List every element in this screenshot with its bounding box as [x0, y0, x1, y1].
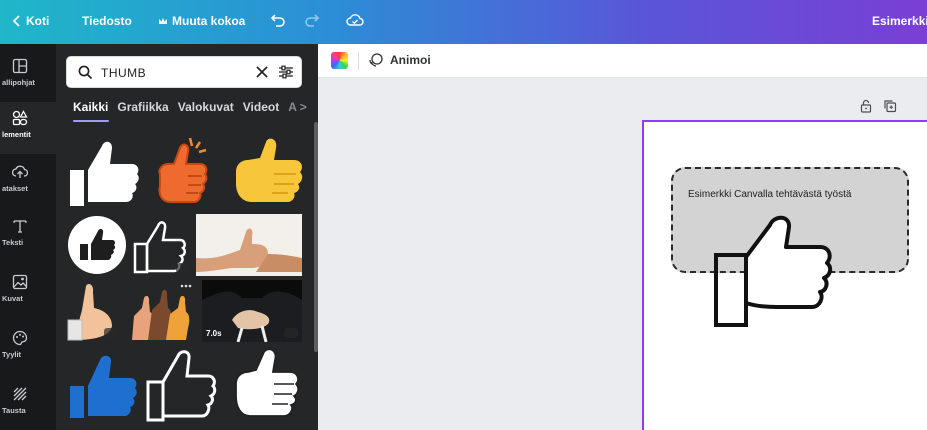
video-duration-label: 7.0s — [206, 329, 222, 338]
tab-videos[interactable]: Videot — [243, 100, 279, 120]
rail-item-background[interactable]: Tausta — [0, 378, 56, 430]
animate-icon — [369, 53, 383, 67]
thumbs-up-icon — [236, 138, 303, 202]
undo-icon — [270, 14, 285, 27]
resize-label: Muuta kokoa — [172, 14, 246, 28]
premium-crown-badge — [176, 263, 190, 273]
duplicate-page-icon[interactable] — [883, 99, 897, 113]
search-icon — [78, 65, 93, 80]
close-icon[interactable] — [255, 65, 269, 79]
cloud-check-icon — [346, 14, 364, 26]
redo-icon — [305, 14, 320, 27]
resize-button[interactable]: Muuta kokoa — [158, 14, 245, 28]
thumbs-up-outline-icon — [146, 350, 217, 422]
rail-label-background: Tausta — [2, 406, 26, 415]
thumb-blue-graphic[interactable] — [66, 346, 142, 422]
rail-item-templates[interactable]: allipohjat — [0, 50, 56, 102]
canvas-thumbs-up-graphic[interactable] — [712, 205, 836, 329]
thumb-yellow-graphic[interactable] — [230, 134, 306, 210]
premium-crown-badge — [284, 328, 298, 338]
thumb-outline-graphic[interactable] — [132, 214, 192, 276]
thumbs-group-icon — [132, 284, 192, 340]
templates-icon — [12, 58, 28, 74]
rail-item-photos[interactable]: Kuvat — [0, 266, 56, 318]
thumbs-up-icon — [158, 137, 208, 203]
rail-item-text[interactable]: Teksti — [0, 210, 56, 262]
animate-button[interactable]: Animoi — [368, 52, 431, 68]
undo-button[interactable] — [270, 13, 286, 27]
thumb-sketch-graphic[interactable] — [228, 344, 306, 424]
lock-icon[interactable] — [859, 99, 873, 113]
rail-label-styles: Tyylit — [2, 350, 22, 359]
tab-graphics[interactable]: Grafiikka — [117, 100, 168, 120]
thumbs-up-sketch-icon — [235, 348, 300, 417]
tab-photos[interactable]: Valokuvat — [178, 100, 234, 120]
side-rail: allipohjat lementit atakset Teksti Kuvat… — [0, 44, 56, 430]
rail-item-styles[interactable]: Tyylit — [0, 322, 56, 374]
home-label: Koti — [26, 14, 50, 28]
top-bar: Koti Tiedosto Muuta kokoa Esimerkki — [0, 0, 927, 44]
thumb-3d-hand-graphic[interactable] — [66, 280, 122, 342]
toolbar-divider — [358, 52, 359, 70]
animate-label: Animoi — [390, 53, 431, 67]
tabs-more-arrow[interactable]: A > — [288, 100, 307, 120]
filter-sliders-icon[interactable] — [278, 65, 294, 79]
thumbs-group-graphic[interactable] — [128, 280, 196, 342]
rail-label-text: Teksti — [2, 238, 24, 247]
text-icon — [13, 220, 27, 233]
cloud-save-status[interactable] — [346, 12, 364, 28]
home-button[interactable]: Koti — [12, 14, 49, 28]
rail-label-photos: Kuvat — [2, 294, 23, 303]
active-tab-indicator — [73, 120, 109, 122]
uploads-icon — [12, 165, 28, 178]
premium-crown-badge — [104, 328, 118, 338]
editor-toolbar: Animoi — [318, 44, 927, 78]
page-tools — [859, 99, 897, 113]
redo-button[interactable] — [304, 13, 320, 27]
photos-icon — [12, 274, 28, 290]
rail-item-elements[interactable]: lementit — [0, 102, 56, 154]
styles-icon — [12, 330, 28, 346]
thumb-outline-large-graphic[interactable] — [144, 344, 224, 424]
file-label: Tiedosto — [82, 14, 132, 28]
thumbs-up-icon — [70, 355, 137, 418]
rail-label-uploads: atakset — [2, 184, 28, 193]
handshake-video[interactable]: 7.0s — [202, 280, 302, 342]
elements-panel: Kaikki Grafiikka Valokuvat Videot A > — [56, 44, 318, 430]
thumbs-up-photo — [196, 228, 302, 272]
document-title[interactable]: Esimerkki — [872, 14, 927, 28]
file-menu-button[interactable]: Tiedosto — [82, 14, 132, 28]
thumb-white-graphic[interactable] — [66, 134, 142, 210]
thumbs-up-icon — [70, 141, 139, 206]
rail-item-uploads[interactable]: atakset — [0, 156, 56, 208]
thumb-hand-photo[interactable] — [196, 214, 302, 276]
rail-label-elements: lementit — [2, 130, 31, 139]
thumb-circle-graphic[interactable] — [66, 214, 128, 276]
crown-icon — [159, 17, 167, 24]
tab-all[interactable]: Kaikki — [73, 100, 108, 120]
chevron-left-icon — [12, 15, 20, 27]
thumb-orange-graphic[interactable] — [148, 134, 224, 210]
search-box — [66, 56, 302, 88]
color-picker-button[interactable] — [331, 52, 348, 69]
thumbs-up-circle-icon — [68, 216, 126, 274]
canvas-text[interactable]: Esimerkki Canvalla tehtävästä työstä — [688, 189, 851, 200]
rail-label-templates: allipohjat — [2, 78, 35, 87]
elements-icon — [12, 110, 28, 126]
category-tabs: Kaikki Grafiikka Valokuvat Videot A > — [73, 100, 307, 120]
search-input[interactable] — [101, 64, 241, 82]
document-title-label: Esimerkki — [872, 14, 927, 28]
background-icon — [13, 387, 27, 401]
